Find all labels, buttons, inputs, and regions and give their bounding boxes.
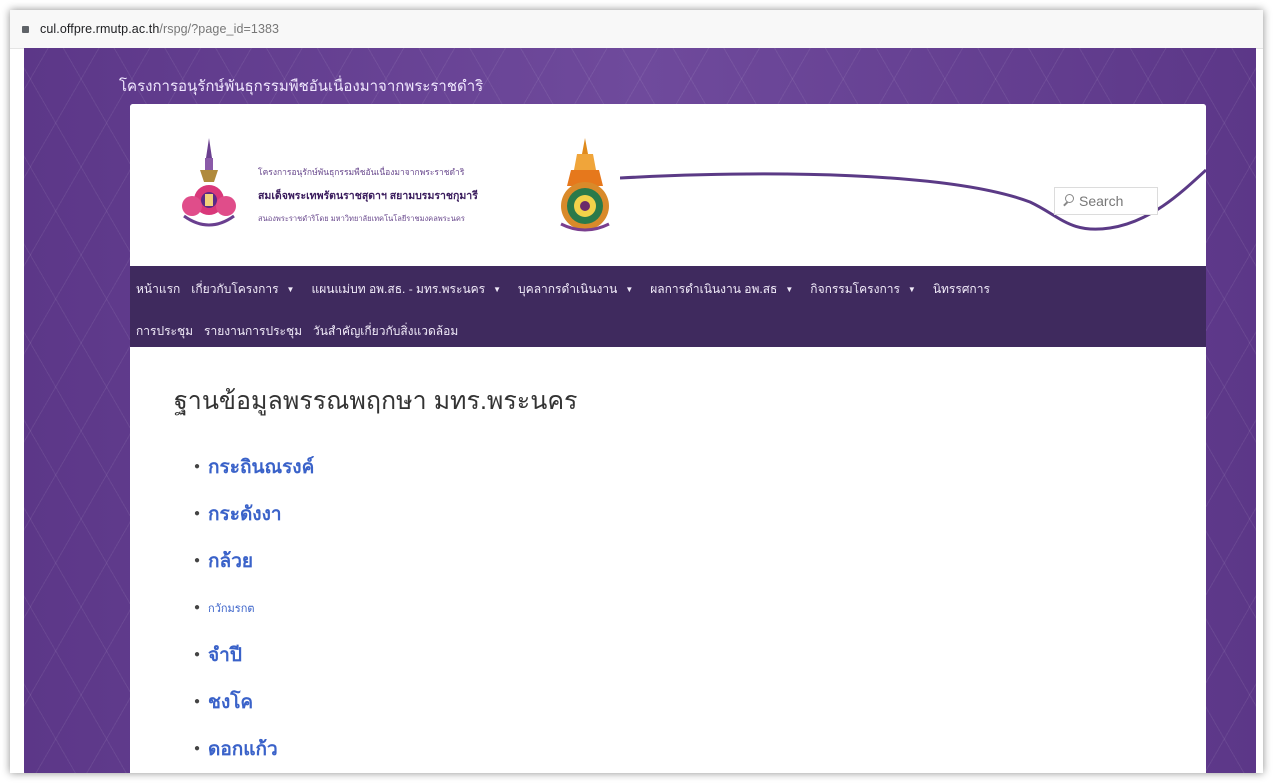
plant-link[interactable]: ชงโค xyxy=(208,687,253,717)
list-item: ● กวักมรกต xyxy=(194,584,1206,631)
plant-link[interactable]: จำปี xyxy=(208,640,242,670)
nav-item-home[interactable]: หน้าแรก xyxy=(130,280,185,299)
bullet-icon: ● xyxy=(194,461,201,472)
address-bar[interactable]: cul.offpre.rmutp.ac.th/rspg/?page_id=138… xyxy=(10,10,1263,49)
plant-link[interactable]: กล้วย xyxy=(208,546,253,576)
plant-link[interactable]: กระดังงา xyxy=(208,499,281,529)
search-box[interactable] xyxy=(1054,187,1158,215)
list-item: ● ชงโค xyxy=(194,678,1206,725)
nav-item-meeting-reports[interactable]: รายงานการประชุม xyxy=(198,322,307,341)
nav-item-label: กิจกรรมโครงการ xyxy=(810,281,900,296)
nav-item-about[interactable]: เกี่ยวกับโครงการ ▼ xyxy=(185,280,305,299)
nav-item-label: หน้าแรก xyxy=(136,281,181,296)
plant-link[interactable]: ดอกแก้ว xyxy=(208,734,278,764)
bullet-icon: ● xyxy=(194,602,201,613)
nav-item-results[interactable]: ผลการดำเนินงาน อพ.สธ ▼ xyxy=(644,280,804,299)
emblem-logo-icon[interactable] xyxy=(178,136,240,234)
nav-item-exhibitions[interactable]: นิทรรศการ xyxy=(927,280,995,299)
search-icon[interactable] xyxy=(1065,194,1074,203)
nav-item-label: นิทรรศการ xyxy=(932,281,990,296)
list-item: ● กระดังงา xyxy=(194,490,1206,537)
logo-line-3: สนองพระราชดำริโดย มหาวิทยาลัยเทคโนโลยีรา… xyxy=(258,214,465,223)
url-text[interactable]: cul.offpre.rmutp.ac.th/rspg/?page_id=138… xyxy=(40,22,279,36)
plant-list: ● กระถินณรงค์ ● กระดังงา ● กล้วย ● กวักมรกต … xyxy=(174,443,1206,772)
nav-item-label: รายงานการประชุม xyxy=(204,323,303,338)
nav-item-label: วันสำคัญเกี่ยวกับสิ่งแวดล้อม xyxy=(313,323,459,338)
main-content: ฐานข้อมูลพรรณพฤกษา มทร.พระนคร ● กระถินณรง… xyxy=(130,347,1206,772)
logo-line-2: สมเด็จพระเทพรัตนราชสุดาฯ สยามบรมราชกุมาร… xyxy=(258,190,478,202)
list-item: ● กระถินณรงค์ xyxy=(194,443,1206,490)
list-item: ● กล้วย xyxy=(194,537,1206,584)
list-item: ● ดอกแก้ว xyxy=(194,725,1206,772)
main-navigation: หน้าแรก เกี่ยวกับโครงการ ▼ แผนแม่บท อพ.สธ… xyxy=(130,266,1206,347)
page-card: โครงการอนุรักษ์พันธุกรรมพืชอันเนื่องมาจา… xyxy=(130,104,1206,773)
url-domain: cul.offpre.rmutp.ac.th xyxy=(40,22,160,36)
nav-item-staff[interactable]: บุคลากรดำเนินงาน ▼ xyxy=(512,280,644,299)
nav-item-label: แผนแม่บท อพ.สธ. - มทร.พระนคร xyxy=(311,281,486,296)
caret-down-icon: ▼ xyxy=(785,284,794,294)
nav-item-label: ผลการดำเนินงาน อพ.สธ xyxy=(650,281,778,296)
university-seal-icon[interactable] xyxy=(555,136,615,236)
caret-down-icon: ▼ xyxy=(493,284,502,294)
nav-item-label: การประชุม xyxy=(136,323,194,338)
list-item: ● จำปี xyxy=(194,631,1206,678)
site-background: โครงการอนุรักษ์พันธุกรรมพืชอันเนื่องมาจา… xyxy=(24,48,1256,773)
bullet-icon: ● xyxy=(194,508,201,519)
page-title: ฐานข้อมูลพรรณพฤกษา มทร.พระนคร xyxy=(174,387,578,415)
nav-item-label: บุคลากรดำเนินงาน xyxy=(518,281,618,296)
nav-row-1: หน้าแรก เกี่ยวกับโครงการ ▼ แผนแม่บท อพ.สธ… xyxy=(130,274,995,304)
logo-text[interactable]: โครงการอนุรักษ์พันธุกรรมพืชอันเนื่องมาจา… xyxy=(258,165,558,225)
bullet-icon: ● xyxy=(194,743,201,754)
browser-window: cul.offpre.rmutp.ac.th/rspg/?page_id=138… xyxy=(10,10,1263,773)
site-tagline[interactable]: โครงการอนุรักษ์พันธุกรรมพืชอันเนื่องมาจา… xyxy=(119,74,483,98)
nav-item-label: เกี่ยวกับโครงการ xyxy=(191,281,279,296)
nav-row-2: การประชุม รายงานการประชุม วันสำคัญเกี่ยว… xyxy=(130,316,463,346)
nav-item-activities[interactable]: กิจกรรมโครงการ ▼ xyxy=(804,280,927,299)
plant-link[interactable]: กวักมรกต xyxy=(208,599,254,617)
caret-down-icon: ▼ xyxy=(625,284,634,294)
site-header: โครงการอนุรักษ์พันธุกรรมพืชอันเนื่องมาจา… xyxy=(130,104,1206,266)
page-info-icon[interactable] xyxy=(22,26,29,33)
bullet-icon: ● xyxy=(194,649,201,660)
bullet-icon: ● xyxy=(194,555,201,566)
caret-down-icon: ▼ xyxy=(907,284,916,294)
plant-link[interactable]: กระถินณรงค์ xyxy=(208,452,314,482)
caret-down-icon: ▼ xyxy=(286,284,295,294)
nav-item-environment-days[interactable]: วันสำคัญเกี่ยวกับสิ่งแวดล้อม xyxy=(307,322,463,341)
nav-item-master-plan[interactable]: แผนแม่บท อพ.สธ. - มทร.พระนคร ▼ xyxy=(305,280,512,299)
search-input[interactable] xyxy=(1079,191,1155,211)
nav-item-meetings[interactable]: การประชุม xyxy=(130,322,198,341)
logo-line-1: โครงการอนุรักษ์พันธุกรรมพืชอันเนื่องมาจา… xyxy=(258,167,465,177)
url-path: /rspg/?page_id=1383 xyxy=(159,22,280,36)
bullet-icon: ● xyxy=(194,696,201,707)
